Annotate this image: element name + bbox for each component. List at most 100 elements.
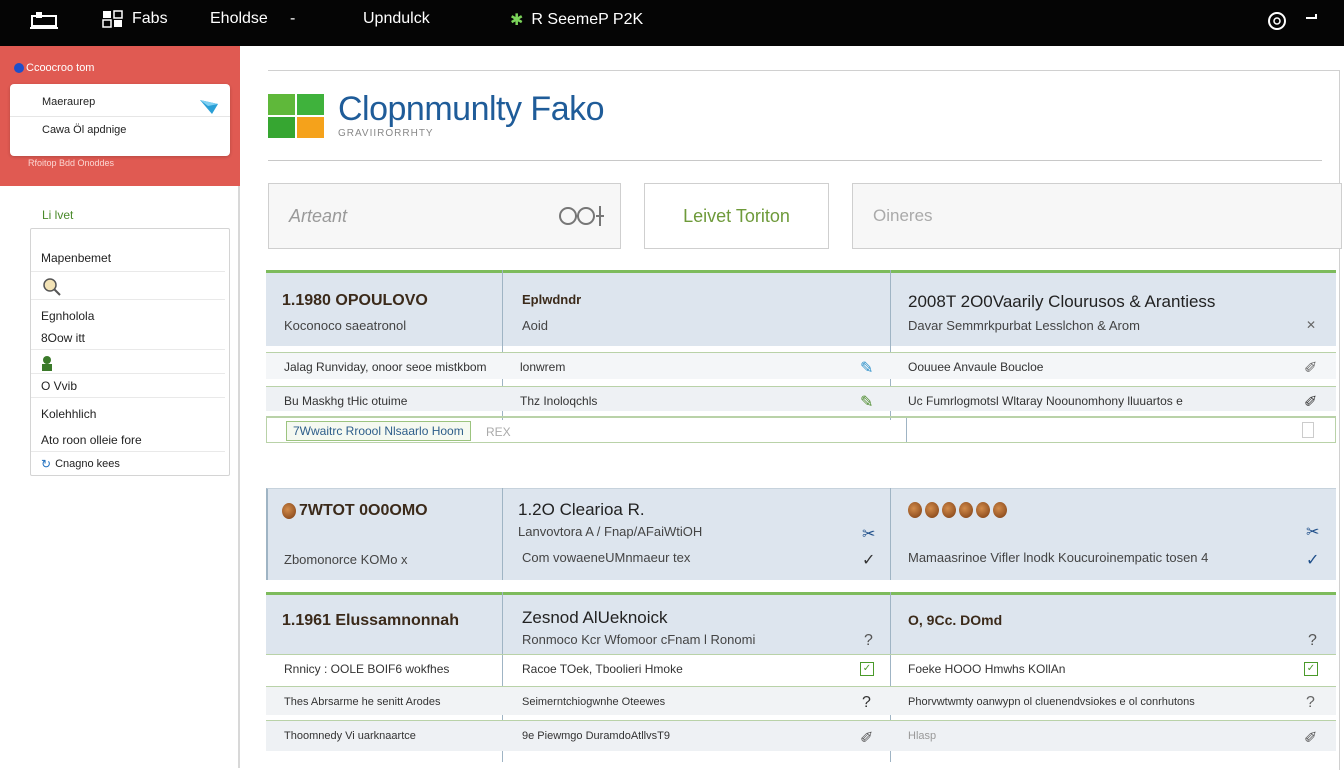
sidebar-item-6[interactable]: Kolehhlich xyxy=(41,407,96,421)
header-cell: O, 9Cc. DOmd xyxy=(908,612,1003,628)
table-1: 1.1980 OPOULOVO Koconoco saeatronol Eplw… xyxy=(266,270,1336,462)
sidebar-item-label: Kolehhlich xyxy=(41,407,97,421)
pin-icon[interactable]: ✐ xyxy=(1304,358,1317,378)
divider xyxy=(502,488,503,580)
help-icon[interactable]: ? xyxy=(1308,632,1317,650)
sidebar-list: Mapenbemet Egnholola 8Oow itt O Vvib Kol… xyxy=(30,228,230,476)
sidebar-item-7[interactable]: Ato roon olleie fore xyxy=(41,433,142,447)
avatar-icon xyxy=(942,502,956,518)
avatar-icon xyxy=(959,502,973,518)
table-cell: Phorvwtwmty oanwypn ol cluenendvsiokes e… xyxy=(908,696,1195,708)
tool-icon[interactable]: ✂ xyxy=(1306,522,1319,542)
sidebar-item-label: 8Oow itt xyxy=(41,331,86,345)
check-icon[interactable]: ✓ xyxy=(1306,550,1319,570)
page-subtitle: GRAVIIRORRHTY xyxy=(338,128,434,139)
main-content: Clopnmunlty Fako GRAVIIRORRHTY Arteant L… xyxy=(242,46,1344,770)
chevron-down-icon[interactable] xyxy=(1304,10,1318,24)
logo-icon[interactable] xyxy=(30,10,58,30)
table-cell: Bu Maskhg tHic otuime xyxy=(284,394,408,408)
header-subcell: Lanvovtora A / Fnap/AFaiWtiOH xyxy=(518,524,703,539)
search-input[interactable]: Arteant xyxy=(268,183,621,249)
sidebar-section-label: Li lvet xyxy=(42,208,74,222)
header-cell-label: 7WTOT 0O0OMO xyxy=(299,502,428,519)
nav-eholdse-label: Eholdse xyxy=(210,10,268,27)
divider xyxy=(31,271,225,272)
header-cell: Eplwdndr xyxy=(522,292,582,307)
send-icon[interactable] xyxy=(198,94,220,121)
header-cell: 1.1961 Elussamnonnah xyxy=(282,612,459,629)
other-filter-input[interactable]: Oineres xyxy=(852,183,1342,249)
header-cell: Zesnod AlUeknoick xyxy=(522,608,668,627)
breadcrumb[interactable]: Ccoocroo tom xyxy=(14,62,94,74)
help-icon[interactable]: ? xyxy=(1306,694,1315,712)
sidebar-header: Ccoocroo tom Maeraurep Cawa Öl apdnige R… xyxy=(0,46,240,186)
nav-dash[interactable]: - xyxy=(290,10,295,28)
avatar-icon xyxy=(993,502,1007,518)
check-icon[interactable]: ✓ xyxy=(862,550,875,570)
account-card[interactable]: Maeraurep Cawa Öl apdnige xyxy=(10,84,230,156)
nav-seemep[interactable]: ✱ R SeemeP P2K xyxy=(510,10,643,30)
help-icon[interactable]: ? xyxy=(864,632,873,650)
sidebar-item-label: Egnholola xyxy=(41,309,95,323)
checkbox-icon[interactable]: ✓ xyxy=(1304,662,1318,676)
avatar-icon xyxy=(908,502,922,518)
help-icon[interactable]: ? xyxy=(862,694,871,712)
edit-icon[interactable]: ✎ xyxy=(860,358,873,378)
sidebar: Ccoocroo tom Maeraurep Cawa Öl apdnige R… xyxy=(0,46,240,768)
sidebar-item-3[interactable]: 8Oow itt xyxy=(41,331,85,345)
table-cell: Thes Abrsarme he senitt Arodes xyxy=(284,696,441,708)
sidebar-item-8[interactable]: ↻ Cnagno kees xyxy=(41,457,120,471)
top-bar: Fabs Eholdse - Upndulck ✱ R SeemeP P2K xyxy=(0,0,1344,46)
sidebar-item-4[interactable] xyxy=(41,355,57,374)
sidebar-item-label: Mapenbemet xyxy=(41,251,112,265)
sidebar-item-2[interactable]: Egnholola xyxy=(41,309,94,323)
divider xyxy=(268,160,1322,161)
close-icon[interactable]: ✕ xyxy=(1306,318,1316,332)
header-subcell: Koconoco saeatronol xyxy=(284,318,407,333)
sidebar-item-label: Cnagno kees xyxy=(55,458,120,470)
page-title: Clopnmunlty Fako xyxy=(338,90,605,128)
avatar-icon xyxy=(282,502,296,519)
header-cell: 2008T 2O0Vaarily Clourusos & Arantiess xyxy=(908,292,1216,311)
table-cell: Foeke HOOO Hmwhs KOllAn xyxy=(908,662,1066,676)
table-cell: Thoomnedy Vi uarknaartce xyxy=(284,730,416,742)
tool-icon[interactable]: ✂ xyxy=(862,524,875,544)
pin-icon[interactable]: ✐ xyxy=(1304,392,1317,412)
sidebar-item-0[interactable]: Mapenbemet xyxy=(41,251,111,265)
sidebar-item-1[interactable] xyxy=(41,277,67,300)
sidebar-item-5[interactable]: O Vvib xyxy=(41,379,77,393)
table-cell: 9e Piewmgo DuramdoAtllvsT9 xyxy=(522,730,670,742)
nav-upndulck[interactable]: Upndulck xyxy=(363,10,430,28)
table-2: 7WTOT 0O0OMO Zbomonorce KOMo x 1.2O Clea… xyxy=(266,488,1336,580)
table-3: 1.1961 Elussamnonnah Zesnod AlUeknoick R… xyxy=(266,592,1336,768)
header-subcell: Mamaasrinoe Vifler lnodk Koucuroinempati… xyxy=(908,550,1209,565)
table-cell: Thz Inoloqchls xyxy=(520,394,598,408)
nav-fabs-label: Fabs xyxy=(132,10,168,27)
level-filter-button[interactable]: Leivet Toriton xyxy=(644,183,829,249)
account-name: Maeraurep xyxy=(42,96,96,108)
grid-icon xyxy=(102,10,123,28)
scroll-handle-icon[interactable] xyxy=(1302,422,1314,438)
table-cell: Uc Fumrlogmotsl Wltaray Noounomhony lluu… xyxy=(908,394,1183,408)
table-row[interactable] xyxy=(266,721,1336,751)
nav-fabs[interactable]: Fabs xyxy=(102,10,168,28)
pin-icon[interactable]: ✐ xyxy=(860,728,873,748)
search-icon[interactable] xyxy=(1266,10,1288,32)
divider xyxy=(906,418,907,442)
header-subcell: Com vowaeneUMnmaeur tex xyxy=(522,550,691,565)
edit-icon[interactable]: ✎ xyxy=(860,392,873,412)
table-cell: Seimerntchiogwnhe Oteewes xyxy=(522,696,666,708)
nav-eholdse[interactable]: Eholdse xyxy=(210,10,268,28)
table-cell: Oouuee Anvaule Boucloe xyxy=(908,360,1044,374)
text-input[interactable]: 7Wwaitrc Rroool Nlsaarlo Hoom xyxy=(286,421,471,441)
header-cell: 7WTOT 0O0OMO xyxy=(282,502,428,520)
sparkle-icon: ✱ xyxy=(510,12,524,29)
table-cell: Jalag Runviday, onoor seoe mistkbom xyxy=(284,360,487,374)
header-subcell: Davar Semmrkpurbat Lesslchon & Arom xyxy=(908,318,1140,333)
pin-icon[interactable]: ✐ xyxy=(1304,728,1317,748)
nav-upndulck-label: Upndulck xyxy=(363,10,430,27)
account-subtitle: Cawa Öl apdnige xyxy=(42,124,127,136)
nav-dash-label: - xyxy=(290,10,296,27)
binoculars-icon[interactable] xyxy=(556,204,604,233)
checkbox-icon[interactable]: ✓ xyxy=(860,662,874,676)
